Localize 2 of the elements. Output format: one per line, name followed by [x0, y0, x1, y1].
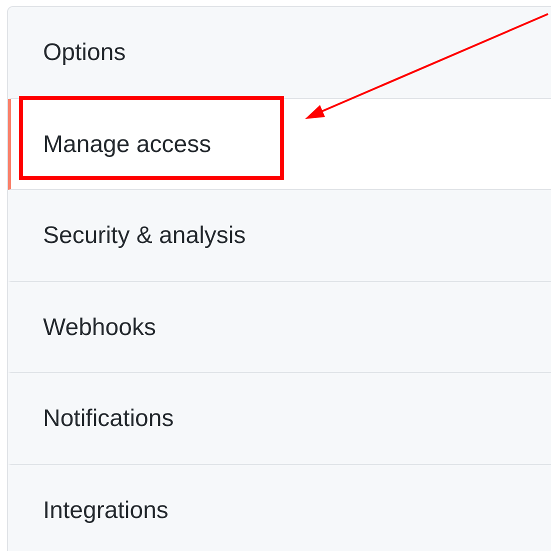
menu-item[interactable]: Manage access [8, 98, 551, 190]
menu-item[interactable]: Options [8, 7, 551, 99]
